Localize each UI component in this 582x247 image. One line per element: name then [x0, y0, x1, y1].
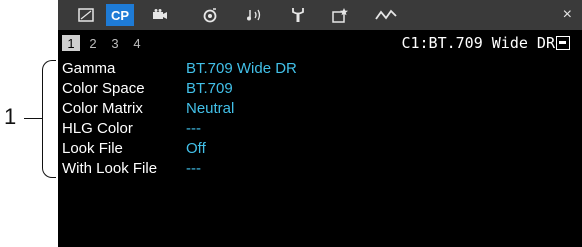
- tab-assist[interactable]: [196, 4, 224, 26]
- menu-row-color-space[interactable]: Color Space BT.709: [62, 78, 297, 98]
- menu-value: BT.709 Wide DR: [186, 59, 297, 77]
- tab-camera-setup[interactable]: [72, 4, 100, 26]
- film-camera-icon: [153, 9, 167, 19]
- tab-network[interactable]: [372, 4, 400, 26]
- callout-number: 1: [4, 104, 17, 129]
- tab-my-menu[interactable]: [326, 4, 354, 26]
- tab-custom-picture[interactable]: CP: [106, 4, 134, 26]
- page-2[interactable]: 2: [84, 35, 102, 51]
- menu-row-hlg-color[interactable]: HLG Color ---: [62, 118, 297, 138]
- tab-recording[interactable]: [146, 4, 174, 26]
- screen-icon: [78, 8, 94, 22]
- focus-assist-icon: [203, 8, 217, 23]
- close-button[interactable]: ×: [563, 6, 572, 24]
- page-1[interactable]: 1: [62, 35, 80, 51]
- menu-value: ---: [186, 159, 201, 177]
- menu-label: HLG Color: [62, 119, 133, 137]
- menu-row-gamma[interactable]: Gamma BT.709 Wide DR: [62, 58, 297, 78]
- page-indicator: 1 2 3 4: [58, 34, 146, 52]
- menu-value: Off: [186, 139, 206, 157]
- tab-custom-picture-label: CP: [110, 7, 130, 23]
- custom-picture-status-text: C1:BT.709 Wide DR: [401, 34, 555, 52]
- page-4[interactable]: 4: [128, 35, 146, 51]
- audio-icon: [247, 9, 261, 21]
- callout-bracket: [42, 60, 56, 178]
- menu-row-with-look-file[interactable]: With Look File ---: [62, 158, 297, 178]
- my-menu-icon: [332, 8, 348, 23]
- page-3[interactable]: 3: [106, 35, 124, 51]
- callout-line: [24, 118, 42, 119]
- tab-audio[interactable]: [242, 4, 270, 26]
- tab-system[interactable]: [284, 4, 312, 26]
- network-wave-icon: [375, 9, 397, 20]
- wrench-icon: [292, 8, 304, 22]
- file-icon: [556, 36, 570, 50]
- menu-tab-bar: CP ×: [58, 0, 582, 30]
- menu-value: ---: [186, 119, 201, 137]
- settings-list: Gamma BT.709 Wide DR Color Space BT.709 …: [62, 58, 297, 178]
- menu-label: With Look File: [62, 159, 158, 177]
- menu-row-look-file[interactable]: Look File Off: [62, 138, 297, 158]
- close-icon: ×: [562, 6, 572, 23]
- menu-row-color-matrix[interactable]: Color Matrix Neutral: [62, 98, 297, 118]
- menu-value: Neutral: [186, 99, 235, 117]
- custom-picture-status: C1:BT.709 Wide DR: [401, 34, 570, 52]
- menu-label: Color Space: [62, 79, 145, 97]
- menu-label: Color Matrix: [62, 99, 143, 117]
- menu-label: Gamma: [62, 59, 116, 77]
- camera-menu-screen: CP × 1 2 3 4 C1:BT.709 Wide DR Gamma BT.…: [58, 0, 582, 247]
- menu-label: Look File: [62, 139, 123, 157]
- menu-value: BT.709: [186, 79, 233, 97]
